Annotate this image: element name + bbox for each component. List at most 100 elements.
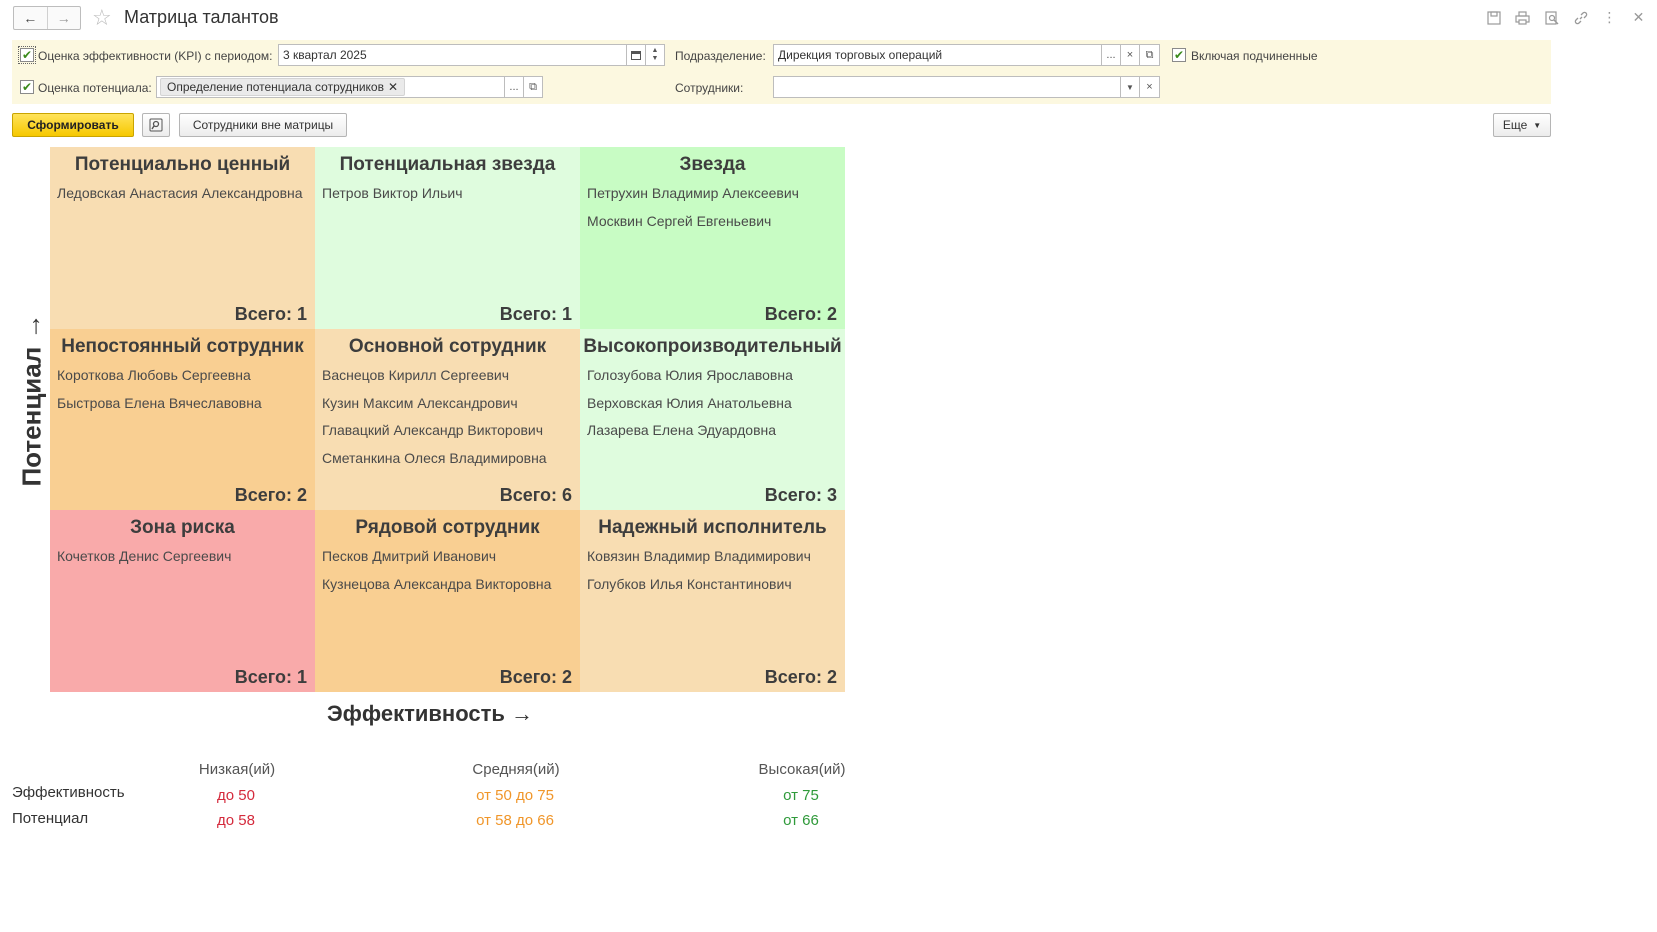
legend-header-high: Высокая(ий) bbox=[758, 761, 846, 778]
forward-arrow-icon[interactable]: → bbox=[46, 7, 81, 29]
potential-open-icon[interactable]: ⧉ bbox=[523, 76, 543, 98]
legend-row-label: Потенциал bbox=[12, 810, 89, 827]
employee-item[interactable]: Петрухин Владимир Алексеевич bbox=[587, 182, 845, 210]
y-axis: Потенциал → bbox=[14, 300, 50, 500]
cell-total: Всего: 2 bbox=[764, 667, 837, 687]
employee-item[interactable]: Главацкий Александр Викторович bbox=[322, 419, 580, 447]
window-actions: ⋮ ✕ bbox=[1485, 9, 1647, 26]
cell-total: Всего: 2 bbox=[234, 485, 307, 505]
search-icon bbox=[149, 118, 163, 132]
employee-item[interactable]: Сметанкина Олеся Владимировна bbox=[322, 447, 580, 475]
employee-item[interactable]: Москвин Сергей Евгеньевич bbox=[587, 210, 845, 238]
kpi-period-field[interactable]: 3 квартал 2025 bbox=[278, 44, 628, 66]
favorite-star-icon[interactable]: ☆ bbox=[92, 6, 112, 30]
outside-matrix-button[interactable]: Сотрудники вне матрицы bbox=[179, 113, 347, 137]
cell-title: Потенциально ценный bbox=[74, 154, 291, 175]
cell-title: Зона риска bbox=[130, 517, 235, 538]
employee-list: Ледовская Анастасия Александровна bbox=[50, 182, 315, 210]
cell-title: Звезда bbox=[679, 154, 746, 175]
legend-header-low: Низкая(ий) bbox=[198, 761, 276, 778]
matrix-cell: Надежный исполнитель Ковязин Владимир Вла… bbox=[580, 510, 845, 692]
generate-button[interactable]: Сформировать bbox=[12, 113, 134, 137]
period-spinner[interactable]: ▲ ▼ bbox=[645, 44, 665, 66]
employee-list: Васнецов Кирилл Сергеевич Кузин Максим Ал… bbox=[315, 364, 580, 474]
cell-total: Всего: 1 bbox=[234, 667, 307, 687]
spin-down-icon[interactable]: ▼ bbox=[652, 55, 659, 63]
save-icon[interactable] bbox=[1485, 9, 1502, 26]
matrix-cell: Потенциальная звезда Петров Виктор Ильич В… bbox=[315, 147, 580, 329]
employee-item[interactable]: Кузнецова Александра Викторовна bbox=[322, 573, 580, 601]
employee-item[interactable]: Голозубова Юлия Ярославовна bbox=[587, 364, 845, 392]
cell-total: Всего: 3 bbox=[764, 485, 837, 505]
employee-item[interactable]: Кузин Максим Александрович bbox=[322, 392, 580, 420]
employee-item[interactable]: Петров Виктор Ильич bbox=[322, 182, 580, 210]
matrix-cell: Зона риска Кочетков Денис Сергеевич Всего:… bbox=[50, 510, 315, 692]
print-icon[interactable] bbox=[1514, 9, 1531, 26]
employees-field[interactable] bbox=[773, 76, 1122, 98]
matrix-cell: Рядовой сотрудник Песков Дмитрий Иванович… bbox=[315, 510, 580, 692]
legend-value: от 50 до 75 bbox=[476, 787, 554, 804]
tag-remove-icon[interactable]: ✕ bbox=[388, 80, 398, 94]
employee-item[interactable]: Короткова Любовь Сергеевна bbox=[57, 364, 315, 392]
potential-checkbox[interactable]: ✔ bbox=[20, 80, 34, 94]
employee-list: Голозубова Юлия Ярославовна Верховская Юл… bbox=[580, 364, 845, 447]
calendar-icon[interactable] bbox=[626, 44, 646, 66]
cell-title: Надежный исполнитель bbox=[598, 517, 827, 538]
filter-panel: ✔ Оценка эффективности (KPI) с периодом:… bbox=[12, 40, 1551, 104]
cell-total: Всего: 6 bbox=[499, 485, 572, 505]
kpi-checkbox[interactable]: ✔ bbox=[18, 46, 36, 64]
employee-list: Петров Виктор Ильич bbox=[315, 182, 580, 210]
cell-total: Всего: 1 bbox=[499, 304, 572, 324]
include-sub-checkbox[interactable]: ✔ bbox=[1172, 48, 1186, 62]
employees-clear-icon[interactable]: × bbox=[1139, 76, 1160, 98]
potential-tag[interactable]: Определение потенциала сотрудников ✕ bbox=[160, 78, 406, 96]
nav-group: ← → bbox=[13, 6, 81, 30]
legend-header-mid: Средняя(ий) bbox=[472, 761, 560, 778]
potential-select-button[interactable]: ... bbox=[504, 76, 524, 98]
more-vertical-icon[interactable]: ⋮ bbox=[1601, 9, 1618, 26]
employee-item[interactable]: Лазарева Елена Эдуардовна bbox=[587, 419, 845, 447]
title-bar: ← → ☆ Матрица талантов ⋮ ✕ bbox=[0, 0, 1657, 38]
department-select-button[interactable]: ... bbox=[1101, 44, 1121, 66]
legend-row-label: Эффективность bbox=[12, 784, 125, 801]
employee-item[interactable]: Ковязин Владимир Владимирович bbox=[587, 545, 845, 573]
legend-value: от 58 до 66 bbox=[476, 812, 554, 829]
close-icon[interactable]: ✕ bbox=[1630, 9, 1647, 26]
employee-item[interactable]: Быстрова Елена Вячеславовна bbox=[57, 392, 315, 420]
matrix-cell: Звезда Петрухин Владимир Алексеевич Москви… bbox=[580, 147, 845, 329]
employee-list: Песков Дмитрий Иванович Кузнецова Алексан… bbox=[315, 545, 580, 600]
employee-item[interactable]: Ледовская Анастасия Александровна bbox=[57, 182, 315, 210]
employees-dropdown-icon[interactable]: ▼ bbox=[1120, 76, 1140, 98]
matrix-cell: Высокопроизводительный Голозубова Юлия Яр… bbox=[580, 329, 845, 510]
employee-item[interactable]: Васнецов Кирилл Сергеевич bbox=[322, 364, 580, 392]
include-sub-label: Включая подчиненные bbox=[1191, 49, 1318, 63]
preview-icon[interactable] bbox=[1543, 9, 1560, 26]
employee-list: Ковязин Владимир Владимирович Голубков Ил… bbox=[580, 545, 845, 600]
spin-up-icon[interactable]: ▲ bbox=[652, 47, 659, 55]
cell-total: Всего: 2 bbox=[499, 667, 572, 687]
matrix-cell: Непостоянный сотрудник Короткова Любовь С… bbox=[50, 329, 315, 510]
employee-item[interactable]: Кочетков Денис Сергеевич bbox=[57, 545, 315, 573]
department-open-icon[interactable]: ⧉ bbox=[1139, 44, 1160, 66]
kpi-label: Оценка эффективности (KPI) с периодом: bbox=[38, 49, 273, 63]
department-clear-icon[interactable]: × bbox=[1120, 44, 1140, 66]
legend-value: от 75 bbox=[783, 787, 819, 804]
back-arrow-icon[interactable]: ← bbox=[14, 7, 47, 29]
more-button[interactable]: Еще ▼ bbox=[1493, 113, 1551, 137]
y-axis-label: Потенциал → bbox=[16, 313, 47, 487]
more-button-label: Еще bbox=[1502, 118, 1528, 132]
find-button[interactable] bbox=[142, 113, 170, 137]
employee-item[interactable]: Песков Дмитрий Иванович bbox=[322, 545, 580, 573]
link-icon[interactable] bbox=[1572, 9, 1589, 26]
employees-label: Сотрудники: bbox=[675, 81, 744, 95]
matrix-cell: Потенциально ценный Ледовская Анастасия А… bbox=[50, 147, 315, 329]
employee-item[interactable]: Голубков Илья Константинович bbox=[587, 573, 845, 601]
x-axis-label: Эффективность → bbox=[326, 701, 533, 726]
chevron-down-icon: ▼ bbox=[1533, 120, 1542, 130]
department-field[interactable]: Дирекция торговых операций bbox=[773, 44, 1103, 66]
legend-value: от 66 bbox=[783, 812, 819, 829]
employee-item[interactable]: Верховская Юлия Анатольевна bbox=[587, 392, 845, 420]
employee-list: Кочетков Денис Сергеевич bbox=[50, 545, 315, 573]
cell-title: Потенциальная звезда bbox=[339, 154, 556, 175]
potential-label: Оценка потенциала: bbox=[38, 81, 152, 95]
